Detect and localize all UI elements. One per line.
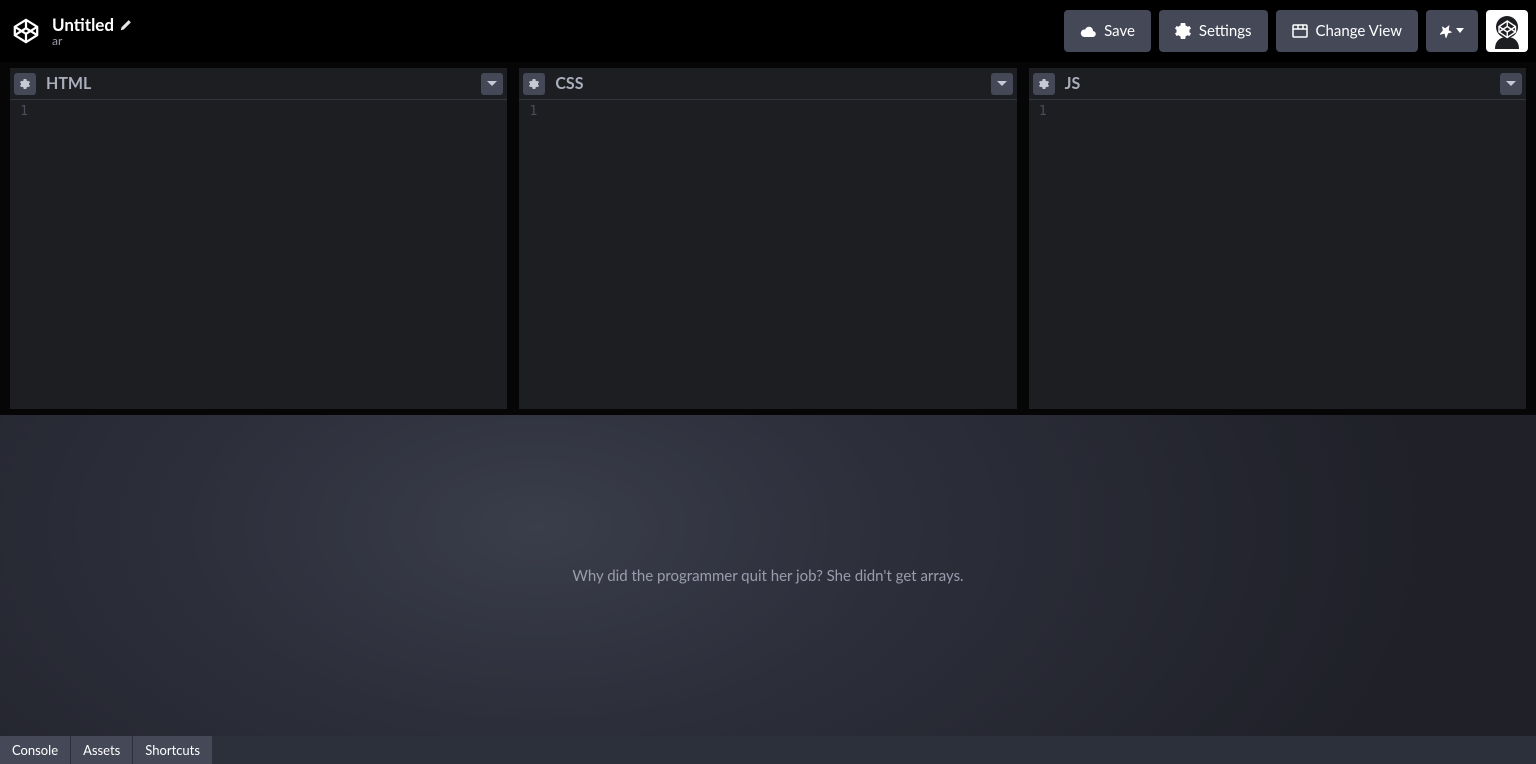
gear-icon (529, 79, 539, 89)
html-collapse-button[interactable] (481, 73, 503, 95)
line-number: 1 (1039, 104, 1047, 119)
codepen-logo[interactable] (10, 15, 42, 47)
app-header: Untitled ar Save Settings (0, 0, 1536, 62)
js-collapse-button[interactable] (1500, 73, 1522, 95)
gear-icon (1175, 23, 1191, 39)
html-gutter: 1 (10, 100, 36, 409)
js-panel: JS 1 (1029, 68, 1526, 409)
cloud-icon (1080, 25, 1096, 37)
change-view-button[interactable]: Change View (1276, 10, 1419, 52)
change-view-label: Change View (1316, 22, 1403, 40)
js-panel-title: JS (1065, 74, 1500, 93)
pencil-icon[interactable] (120, 19, 132, 31)
pin-button[interactable] (1426, 10, 1478, 52)
css-panel-title: CSS (555, 74, 990, 93)
title-area: Untitled ar (52, 14, 1054, 48)
html-editor-body[interactable]: 1 (10, 100, 507, 409)
shortcuts-button[interactable]: Shortcuts (133, 736, 213, 764)
layout-icon (1292, 24, 1308, 38)
css-collapse-button[interactable] (991, 73, 1013, 95)
css-settings-button[interactable] (523, 73, 545, 95)
gear-icon (1039, 79, 1049, 89)
html-panel-header: HTML (10, 68, 507, 100)
js-editor-body[interactable]: 1 (1029, 100, 1526, 409)
console-button[interactable]: Console (0, 736, 71, 764)
js-settings-button[interactable] (1033, 73, 1055, 95)
pin-icon (1440, 24, 1452, 38)
html-code-area[interactable] (36, 100, 507, 409)
chevron-down-icon (1506, 81, 1516, 87)
js-panel-header: JS (1029, 68, 1526, 100)
line-number: 1 (20, 104, 28, 119)
css-editor-body[interactable]: 1 (519, 100, 1016, 409)
js-code-area[interactable] (1055, 100, 1526, 409)
css-panel-header: CSS (519, 68, 1016, 100)
editor-row: HTML 1 CSS (0, 62, 1536, 415)
html-panel: HTML 1 (10, 68, 507, 409)
chevron-down-icon (997, 81, 1007, 87)
line-number: 1 (530, 104, 538, 119)
header-buttons: Save Settings Change View (1064, 10, 1528, 52)
user-avatar[interactable] (1486, 10, 1528, 52)
css-panel: CSS 1 (519, 68, 1016, 409)
pen-title[interactable]: Untitled (52, 14, 114, 35)
chevron-down-icon (1456, 28, 1464, 34)
preview-pane: Why did the programmer quit her job? She… (0, 415, 1536, 736)
save-label: Save (1104, 22, 1135, 40)
gear-icon (20, 79, 30, 89)
settings-label: Settings (1199, 22, 1252, 40)
footer-bar: Console Assets Shortcuts (0, 736, 1536, 764)
html-panel-title: HTML (46, 74, 481, 93)
save-button[interactable]: Save (1064, 10, 1151, 52)
preview-placeholder: Why did the programmer quit her job? She… (572, 567, 963, 585)
html-settings-button[interactable] (14, 73, 36, 95)
chevron-down-icon (487, 81, 497, 87)
assets-button[interactable]: Assets (71, 736, 133, 764)
settings-button[interactable]: Settings (1159, 10, 1268, 52)
pen-author[interactable]: ar (52, 33, 1054, 48)
css-code-area[interactable] (545, 100, 1016, 409)
css-gutter: 1 (519, 100, 545, 409)
js-gutter: 1 (1029, 100, 1055, 409)
